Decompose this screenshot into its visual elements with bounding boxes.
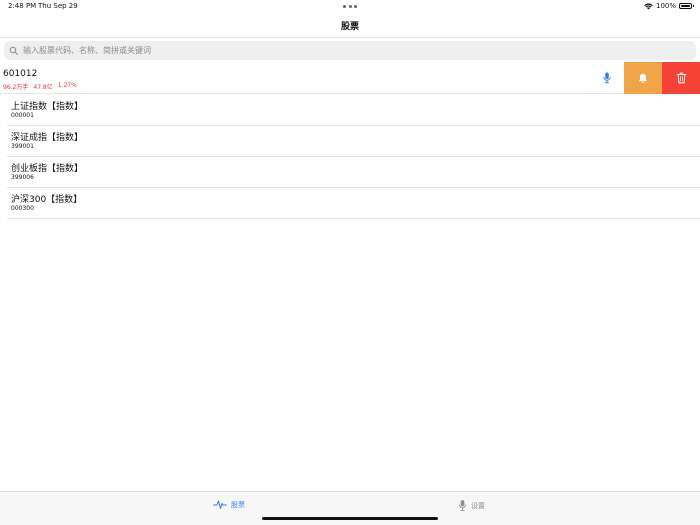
index-code: 399006 — [11, 174, 34, 181]
index-name: 创业板指【指数】 — [11, 164, 84, 174]
index-code: 399001 — [11, 143, 34, 150]
search-bar[interactable] — [4, 41, 696, 60]
list-item[interactable]: 上证指数【指数】 000001 — [7, 95, 700, 126]
tab-settings[interactable]: 设置 — [458, 499, 485, 512]
index-code: 000001 — [11, 112, 34, 119]
search-icon — [9, 46, 18, 55]
index-name: 上证指数【指数】 — [11, 102, 84, 112]
nav-divider — [0, 37, 700, 38]
list-item[interactable]: 创业板指【指数】 399006 — [7, 157, 700, 188]
status-date: Thu Sep 29 — [38, 2, 78, 10]
wifi-icon — [644, 2, 653, 9]
battery-percent: 100% — [655, 2, 676, 10]
bell-icon — [638, 73, 648, 83]
battery-icon — [679, 3, 694, 9]
tab-label-stocks: 股票 — [231, 500, 245, 509]
stock-code: 601012 — [3, 69, 38, 79]
index-name: 沪深300【指数】 — [11, 195, 83, 205]
list-item[interactable]: 深证成指【指数】 399001 — [7, 126, 700, 157]
index-name: 深证成指【指数】 — [11, 133, 84, 143]
trash-icon — [676, 72, 686, 84]
stock-volume: 96.2万手 — [3, 84, 29, 91]
delete-button[interactable] — [662, 62, 700, 94]
stock-stats: 96.2万手 47.8亿 1.27% — [3, 82, 77, 91]
home-indicator[interactable] — [262, 517, 438, 520]
tab-label-settings: 设置 — [471, 501, 485, 510]
mic-icon — [458, 500, 467, 511]
alert-button[interactable] — [624, 62, 662, 94]
stock-change: 1.27% — [57, 82, 77, 89]
pulse-icon — [213, 500, 227, 509]
stock-row[interactable]: 601012 96.2万手 47.8亿 1.27% — [0, 62, 700, 94]
index-list: 上证指数【指数】 000001 深证成指【指数】 399001 创业板指【指数】… — [0, 95, 700, 219]
list-item[interactable]: 沪深300【指数】 000300 — [7, 188, 700, 219]
tab-stocks[interactable]: 股票 — [213, 499, 245, 510]
index-code: 000300 — [11, 205, 34, 212]
mic-icon[interactable] — [602, 72, 612, 84]
multitasking-dots-icon[interactable] — [343, 5, 357, 8]
status-time: 2:48 PM — [8, 2, 37, 10]
status-right: 100% — [644, 2, 694, 10]
stock-amount: 47.8亿 — [33, 84, 53, 91]
page-title: 股票 — [340, 22, 359, 32]
status-bar: 2:48 PM Thu Sep 29 100% — [0, 0, 700, 13]
search-input[interactable] — [23, 46, 663, 55]
